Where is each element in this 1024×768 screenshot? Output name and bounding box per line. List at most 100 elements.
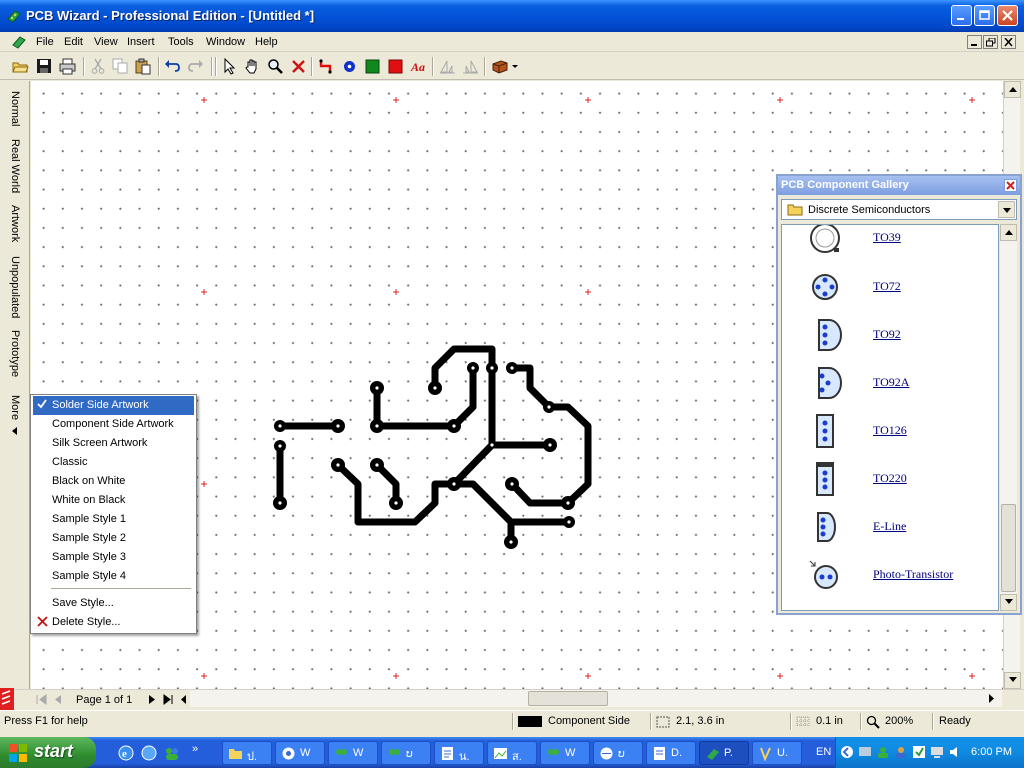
gallery-title-bar[interactable]: PCB Component Gallery: [778, 176, 1020, 195]
gallery-item-label[interactable]: Photo-Transistor: [873, 567, 953, 582]
maximize-button[interactable]: [974, 5, 995, 26]
first-page-icon[interactable]: [36, 693, 48, 706]
tab-normal[interactable]: Normal: [5, 91, 25, 126]
messenger-tray-icon[interactable]: [876, 745, 890, 759]
gallery-item-to39[interactable]: TO39: [782, 225, 998, 264]
tab-unpopulated[interactable]: Unpopulated: [5, 256, 25, 318]
menu-view[interactable]: View: [94, 36, 118, 48]
tab-artwork[interactable]: Artwork: [5, 205, 25, 242]
tab-prototype[interactable]: Prototype: [5, 330, 25, 377]
quicklaunch-expand-icon[interactable]: »: [192, 743, 198, 755]
align-left-button[interactable]: [437, 56, 458, 77]
close-button[interactable]: [997, 5, 1018, 26]
browser-quicklaunch-icon[interactable]: [141, 745, 157, 761]
pcb-wizard-app-icon[interactable]: [6, 8, 22, 24]
select-pointer-button[interactable]: [220, 56, 241, 77]
gallery-category-select[interactable]: Discrete Semiconductors: [781, 199, 1017, 220]
task-button-media[interactable]: W: [275, 741, 325, 765]
save-button[interactable]: [34, 56, 55, 77]
menu-item-save-style[interactable]: Save Style...: [33, 594, 194, 613]
pan-hand-button[interactable]: [242, 56, 263, 77]
gallery-item-label[interactable]: E-Line: [873, 519, 906, 534]
user-tray-icon[interactable]: [894, 745, 908, 759]
gallery-item-to126[interactable]: TO126: [782, 409, 998, 457]
task-button-folder[interactable]: ป.: [222, 741, 272, 765]
undo-button[interactable]: [162, 56, 183, 77]
gallery-item-label[interactable]: TO92: [873, 327, 901, 342]
menu-edit[interactable]: Edit: [64, 36, 83, 48]
text-button[interactable]: Aa: [408, 56, 429, 77]
scroll-left-icon[interactable]: [178, 693, 190, 706]
task-button-document[interactable]: น.: [434, 741, 484, 765]
gallery-item-to92a[interactable]: TO92A: [782, 361, 998, 409]
pad-button[interactable]: [339, 56, 360, 77]
track-button[interactable]: [316, 56, 337, 77]
start-button[interactable]: start: [0, 737, 96, 768]
ie-quicklaunch-icon[interactable]: e: [118, 745, 134, 761]
menu-item-sample-style-4[interactable]: Sample Style 4: [33, 567, 194, 586]
tab-real-world[interactable]: Real World: [5, 139, 25, 193]
smd-red-button[interactable]: [385, 56, 406, 77]
language-indicator[interactable]: EN: [816, 746, 831, 758]
menu-item-sample-style-2[interactable]: Sample Style 2: [33, 529, 194, 548]
task-button-messenger-2[interactable]: ບ: [381, 741, 431, 765]
copy-button[interactable]: [110, 56, 131, 77]
open-button[interactable]: [10, 56, 31, 77]
zoom-button[interactable]: [265, 56, 286, 77]
smd-green-button[interactable]: [362, 56, 383, 77]
scroll-down-button[interactable]: [1004, 672, 1021, 689]
menu-tools[interactable]: Tools: [168, 36, 194, 48]
minimize-button[interactable]: [951, 5, 972, 26]
menu-item-sample-style-3[interactable]: Sample Style 3: [33, 548, 194, 567]
task-button-pcb-wizard[interactable]: P.: [699, 741, 749, 765]
cut-button[interactable]: [88, 56, 109, 77]
horizontal-scroll-thumb[interactable]: [528, 691, 608, 706]
menu-item-component-side-artwork[interactable]: Component Side Artwork: [33, 415, 194, 434]
last-page-icon[interactable]: [162, 693, 174, 706]
print-button[interactable]: [57, 56, 78, 77]
messenger-quicklaunch-icon[interactable]: [164, 745, 180, 761]
display-tray-icon[interactable]: [930, 745, 944, 759]
gallery-item-label[interactable]: TO126: [873, 423, 907, 438]
redo-button[interactable]: [185, 56, 206, 77]
previous-page-icon[interactable]: [52, 693, 64, 706]
gallery-category-dropdown-button[interactable]: [998, 201, 1015, 218]
paste-button[interactable]: [133, 56, 154, 77]
delete-button[interactable]: [288, 56, 309, 77]
gallery-scroll-thumb[interactable]: [1001, 504, 1016, 592]
gallery-item-label[interactable]: TO92A: [873, 375, 909, 390]
tab-more[interactable]: More: [5, 395, 25, 420]
menu-window[interactable]: Window: [206, 36, 245, 48]
scroll-right-icon[interactable]: [987, 694, 995, 703]
task-button-messenger-3[interactable]: W: [540, 741, 590, 765]
menu-item-classic[interactable]: Classic: [33, 453, 194, 472]
task-button-messenger[interactable]: W: [328, 741, 378, 765]
task-button-image[interactable]: ส.: [487, 741, 537, 765]
gallery-scrollbar[interactable]: [1000, 224, 1017, 611]
document-app-icon[interactable]: [11, 34, 27, 53]
tray-expand-icon[interactable]: [840, 745, 854, 759]
gallery-item-label[interactable]: TO220: [873, 471, 907, 486]
volume-tray-icon[interactable]: [948, 745, 962, 759]
horizontal-scrollbar[interactable]: [190, 690, 1002, 707]
menu-item-sample-style-1[interactable]: Sample Style 1: [33, 510, 194, 529]
mdi-close-button[interactable]: [1001, 35, 1016, 49]
align-right-button[interactable]: [460, 56, 481, 77]
security-tray-icon[interactable]: [912, 745, 926, 759]
gallery-scroll-up-button[interactable]: [1000, 224, 1017, 241]
menu-item-white-on-black[interactable]: White on Black: [33, 491, 194, 510]
menu-help[interactable]: Help: [255, 36, 278, 48]
title-bar[interactable]: PCB Wizard - Professional Edition - [Unt…: [0, 0, 1024, 32]
mdi-restore-button[interactable]: [983, 35, 998, 49]
gallery-item-to72[interactable]: TO72: [782, 265, 998, 313]
gallery-item-label[interactable]: TO39: [873, 230, 901, 245]
gallery-item-photo-transistor[interactable]: Photo-Transistor: [782, 553, 998, 601]
task-button-document-2[interactable]: D.: [646, 741, 696, 765]
menu-item-solder-side-artwork[interactable]: Solder Side Artwork: [33, 396, 194, 415]
task-button-app[interactable]: U.: [752, 741, 802, 765]
network-tray-icon[interactable]: [858, 745, 872, 759]
menu-insert[interactable]: Insert: [127, 36, 155, 48]
component-dropdown-button[interactable]: [490, 56, 520, 77]
task-button-network[interactable]: ບ: [593, 741, 643, 765]
gallery-item-e-line[interactable]: E-Line: [782, 505, 998, 553]
